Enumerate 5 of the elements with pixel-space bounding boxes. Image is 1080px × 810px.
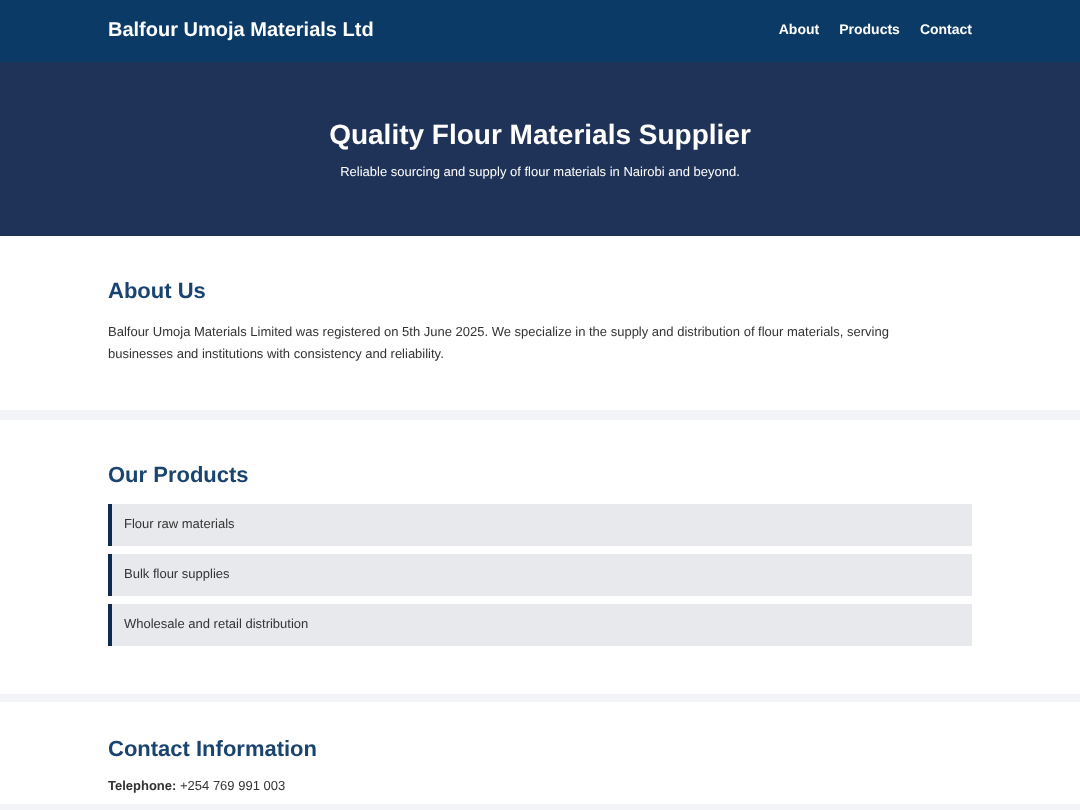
brand-name: Balfour Umoja Materials Ltd [108,20,374,42]
hero-title: Quality Flour Materials Supplier [327,116,753,152]
section-heading: About Us [108,278,208,306]
section-heading: Contact Information [108,736,319,764]
section-heading: Our Products [108,462,251,490]
